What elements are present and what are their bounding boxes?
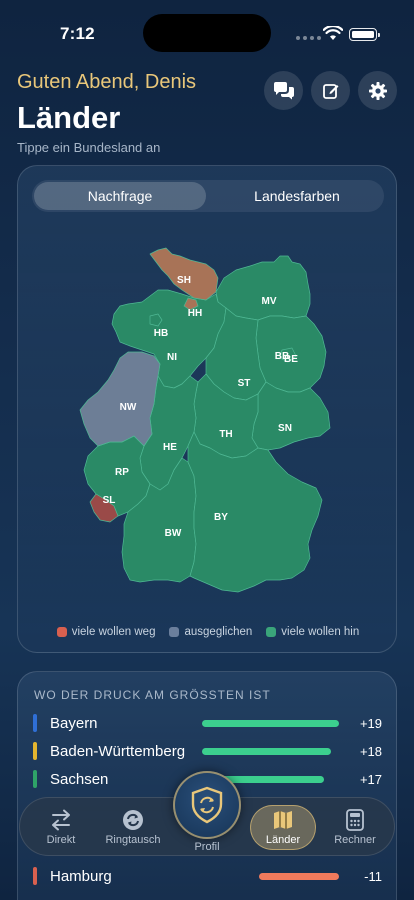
legend-swatch (56, 627, 67, 637)
edit-icon (322, 83, 338, 99)
label-nw: NW (120, 402, 137, 413)
legend-item-hin: viele wollen hin (266, 626, 359, 638)
map-card: Nachfrage Landesfarben SH HH MV HB NI BB… (17, 165, 397, 653)
edit-button[interactable] (311, 71, 350, 110)
label-by: BY (214, 512, 228, 523)
label-st: ST (238, 378, 251, 389)
calculator-icon (346, 809, 364, 831)
battery-icon (349, 28, 380, 41)
state-color-stripe (33, 867, 37, 885)
label-rp: RP (115, 467, 129, 478)
label-he: HE (163, 442, 177, 453)
tab-rechner[interactable]: Rechner (322, 798, 388, 857)
pressure-bar (259, 873, 339, 880)
messages-button[interactable] (264, 71, 303, 110)
map-icon (274, 811, 292, 829)
label-sn: SN (278, 423, 292, 434)
list-item[interactable]: Bayern +19 (18, 709, 398, 737)
list-item[interactable]: Baden-Württemberg +18 (18, 737, 398, 765)
pressure-bar (202, 720, 339, 727)
arrows-swap-icon (52, 809, 70, 831)
legend-swatch (169, 627, 180, 637)
label-sh: SH (177, 275, 191, 286)
state-by[interactable] (187, 431, 323, 593)
pressure-bar (202, 748, 331, 755)
status-bar: 7:12 (0, 0, 414, 60)
label-sl: SL (103, 495, 116, 506)
tab-ringtausch[interactable]: Ringtausch (98, 798, 168, 857)
tab-laender[interactable]: Länder (250, 798, 316, 857)
status-time: 7:12 (60, 24, 95, 43)
state-sn[interactable] (251, 381, 331, 451)
page-title: Länder (17, 100, 121, 135)
list-item[interactable]: Hamburg -11 (18, 862, 398, 890)
state-nw[interactable] (79, 351, 161, 447)
signal-icon (296, 36, 321, 40)
label-be: BE (284, 354, 298, 365)
settings-button[interactable] (358, 71, 397, 110)
shield-icon (191, 786, 223, 824)
state-mv[interactable] (215, 255, 311, 321)
label-ni: NI (167, 352, 177, 363)
cycle-icon (123, 810, 143, 830)
label-th: TH (219, 429, 232, 440)
legend-swatch (266, 627, 277, 637)
state-color-stripe (33, 742, 37, 760)
tab-profil-label: Profil (194, 841, 220, 853)
state-color-stripe (33, 770, 37, 788)
state-color-stripe (33, 714, 37, 732)
dynamic-island (143, 14, 271, 52)
page-subtitle: Tippe ein Bundesland an (17, 140, 161, 155)
wifi-icon (323, 26, 343, 40)
map-legend: viele wollen weg ausgeglichen viele woll… (18, 626, 398, 638)
germany-map: SH HH MV HB NI BB BE ST NW HE TH SN RP S… (79, 247, 331, 593)
legend-item-weg: viele wollen weg (56, 626, 155, 638)
label-mv: MV (262, 296, 277, 307)
legend-item-ausgeglichen: ausgeglichen (169, 626, 252, 638)
label-bw: BW (165, 528, 182, 539)
pressure-title: WO DER DRUCK AM GRÖSSTEN IST (34, 688, 271, 702)
tab-direkt[interactable]: Direkt (28, 798, 94, 857)
greeting: Guten Abend, Denis (17, 71, 197, 93)
chat-bubbles-icon (273, 81, 294, 99)
profile-button[interactable] (173, 771, 241, 839)
gear-icon (368, 81, 387, 100)
label-hh: HH (188, 308, 202, 319)
label-hb: HB (154, 328, 168, 339)
